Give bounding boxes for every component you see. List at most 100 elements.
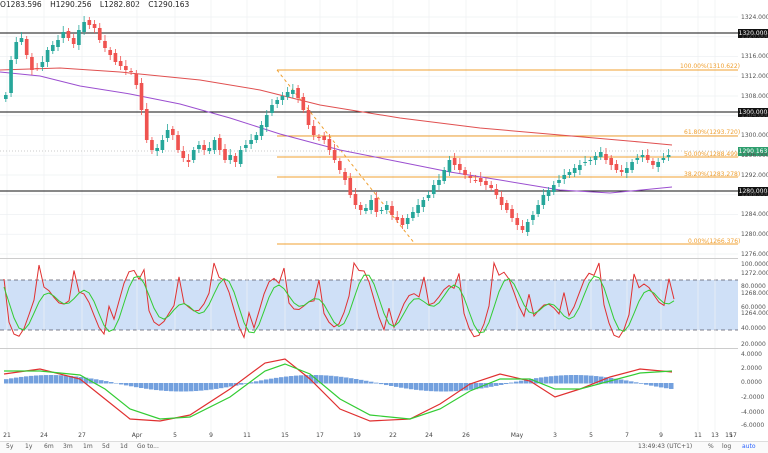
stoch-axis-label: 60.0000: [741, 303, 766, 311]
macd-bar: [339, 376, 344, 384]
macd-bar: [299, 375, 304, 384]
candle-body: [118, 61, 123, 66]
range-5y-button[interactable]: 5y: [6, 443, 13, 450]
macd-bar: [509, 382, 514, 384]
macd-bar: [574, 375, 579, 384]
time-axis-label: 22: [389, 432, 397, 439]
time-axis-label: 9: [659, 432, 663, 439]
candle-body: [442, 170, 447, 181]
candle-body: [541, 195, 546, 205]
macd-bar: [124, 383, 129, 386]
macd-bar: [349, 378, 354, 384]
price-axis-label: 1264.000: [741, 309, 768, 317]
macd-bar: [199, 383, 204, 391]
candle-body: [30, 57, 34, 70]
macd-bar: [564, 375, 569, 384]
candle-body: [160, 140, 165, 150]
macd-bar: [154, 383, 159, 391]
candle-body: [416, 205, 420, 213]
candle-body: [207, 148, 212, 151]
candle-body: [66, 31, 71, 38]
candle-body: [656, 162, 660, 167]
candle-body: [45, 50, 50, 62]
log-toggle[interactable]: log: [722, 443, 731, 450]
candle-body: [374, 198, 379, 212]
percent-toggle[interactable]: %: [708, 443, 714, 450]
macd-bar: [659, 383, 664, 388]
auto-toggle[interactable]: auto: [742, 443, 756, 450]
go-to-button[interactable]: Go to...: [137, 443, 159, 450]
candle-body: [165, 130, 170, 138]
macd-bar: [544, 376, 549, 384]
macd-bar: [179, 383, 184, 392]
candle-body: [531, 215, 535, 220]
macd-bar: [54, 375, 59, 384]
macd-bar: [229, 383, 234, 387]
candle-body: [87, 20, 92, 25]
macd-bar: [629, 381, 634, 384]
range-1d-button[interactable]: 1d: [120, 443, 128, 450]
candle-body: [489, 185, 493, 188]
candle-body: [259, 125, 264, 136]
macd-vertical-grid: [6, 349, 716, 432]
macd-line: [3, 358, 673, 422]
range-1y-button[interactable]: 1y: [25, 443, 32, 450]
macd-bar: [224, 383, 229, 388]
candle-body: [9, 60, 13, 93]
candle-body: [400, 218, 405, 225]
candle-body: [327, 139, 332, 150]
range-6m-button[interactable]: 6m: [44, 443, 54, 450]
candle-body: [604, 154, 608, 160]
macd-bar: [39, 375, 44, 384]
bottom-toolbar: 5y 1y 6m 3m 1m 5d 1d Go to... 13:49:43 (…: [0, 441, 768, 453]
time-axis-label: Apr: [131, 432, 143, 439]
candle-body: [390, 206, 394, 215]
candle-body: [113, 53, 118, 62]
macd-bar: [184, 383, 189, 392]
candle-body: [562, 175, 567, 179]
candle-body: [296, 88, 300, 98]
time-axis-label: 5: [589, 432, 593, 439]
stoch-axis-label: 80.0000: [741, 282, 766, 290]
macd-bar: [379, 383, 384, 385]
macd-axis-label: -6.0000: [741, 421, 765, 429]
stochastic-pane[interactable]: [0, 258, 738, 349]
macd-bar: [104, 381, 109, 384]
candle-body: [317, 137, 321, 138]
fib-50-label: 50.00%(1288.499): [684, 151, 741, 158]
macd-bar: [4, 379, 9, 384]
candle-body: [578, 165, 582, 170]
candle-body: [515, 218, 520, 225]
macd-bar: [449, 383, 454, 392]
range-1m-button[interactable]: 1m: [83, 443, 93, 450]
price-axis-label: 1280.000: [741, 230, 768, 238]
macd-bar: [504, 383, 509, 385]
macd-bar: [114, 382, 119, 384]
candle-body: [630, 162, 634, 170]
candle-body: [338, 161, 342, 170]
candle-body: [14, 42, 19, 59]
macd-bar: [624, 380, 629, 384]
candle-body: [505, 203, 509, 210]
candle-body: [176, 135, 180, 150]
candle-body: [405, 218, 410, 224]
macd-bar: [409, 383, 414, 390]
macd-bar: [354, 378, 359, 384]
macd-bar: [49, 375, 54, 384]
candle-body: [536, 205, 540, 214]
price-axis-label: 1272.000: [741, 270, 768, 278]
range-5d-button[interactable]: 5d: [102, 443, 110, 450]
macd-bar: [209, 383, 214, 390]
candle-body: [61, 32, 66, 38]
macd-bar: [34, 375, 39, 384]
candle-body: [228, 155, 233, 160]
macd-bar: [169, 383, 174, 392]
range-3m-button[interactable]: 3m: [63, 443, 73, 450]
macd-axis-label: -2.0000: [741, 393, 765, 401]
candle-body: [35, 68, 39, 69]
price-chart[interactable]: [0, 0, 738, 258]
macd-bar: [364, 380, 369, 384]
macd-bar: [334, 376, 339, 384]
macd-pane[interactable]: [0, 348, 738, 432]
candle-body: [593, 156, 598, 160]
